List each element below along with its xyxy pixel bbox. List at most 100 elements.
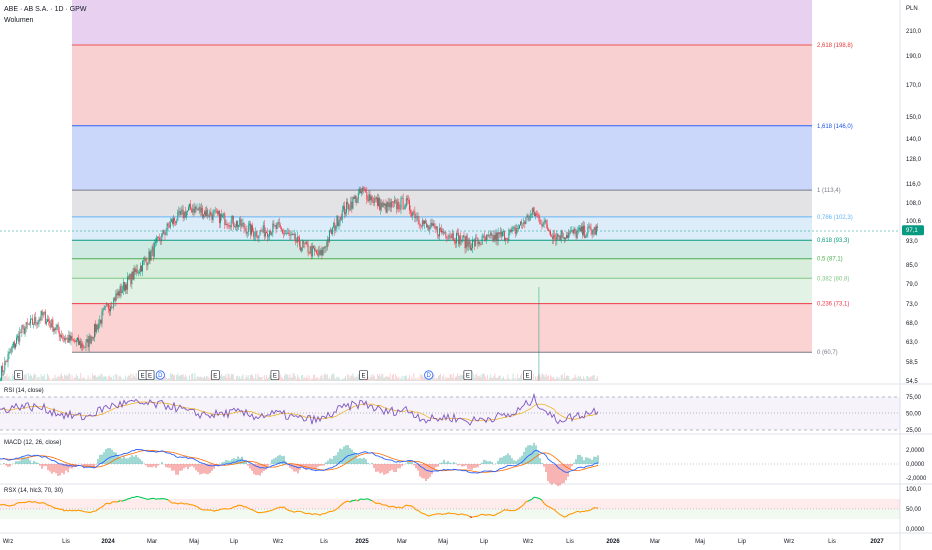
- candle-body[interactable]: [135, 269, 137, 273]
- candle-body[interactable]: [91, 337, 93, 339]
- candle-body[interactable]: [556, 233, 558, 241]
- candle-body[interactable]: [128, 276, 130, 279]
- candle-body[interactable]: [349, 209, 351, 211]
- candle-body[interactable]: [438, 228, 440, 237]
- candle-body[interactable]: [47, 319, 48, 322]
- candle-body[interactable]: [213, 211, 215, 212]
- candle-body[interactable]: [257, 237, 259, 239]
- candle-body[interactable]: [590, 228, 592, 231]
- candle-body[interactable]: [286, 233, 288, 235]
- candle-body[interactable]: [389, 202, 391, 208]
- candle-body[interactable]: [65, 338, 67, 341]
- candle-body[interactable]: [576, 231, 578, 238]
- candle-body[interactable]: [284, 232, 286, 234]
- candle-body[interactable]: [226, 224, 228, 226]
- candle-body[interactable]: [458, 233, 460, 245]
- candle-body[interactable]: [591, 230, 593, 235]
- candle-body[interactable]: [51, 319, 53, 328]
- candle-body[interactable]: [34, 317, 36, 325]
- candle-body[interactable]: [465, 235, 467, 249]
- candle-body[interactable]: [154, 241, 156, 244]
- candle-body[interactable]: [354, 195, 356, 199]
- candle-body[interactable]: [165, 231, 167, 235]
- candle-body[interactable]: [464, 237, 466, 249]
- candle-body[interactable]: [164, 234, 166, 236]
- candle-body[interactable]: [267, 232, 268, 237]
- candle-body[interactable]: [36, 322, 38, 325]
- candle-body[interactable]: [243, 222, 245, 229]
- candle-body[interactable]: [554, 234, 556, 238]
- candle-body[interactable]: [78, 337, 79, 345]
- candle-body[interactable]: [557, 233, 559, 237]
- candle-body[interactable]: [379, 198, 381, 210]
- candle-body[interactable]: [63, 337, 64, 339]
- candle-body[interactable]: [516, 228, 518, 229]
- candle-body[interactable]: [201, 207, 203, 218]
- candle-body[interactable]: [25, 322, 27, 329]
- candle-body[interactable]: [519, 225, 520, 229]
- candle-body[interactable]: [264, 231, 266, 237]
- candle-body[interactable]: [248, 223, 250, 226]
- candle-body[interactable]: [471, 247, 472, 251]
- candle-body[interactable]: [540, 223, 542, 225]
- candle-body[interactable]: [308, 253, 310, 254]
- candle-body[interactable]: [159, 237, 161, 241]
- candle-body[interactable]: [411, 212, 413, 216]
- candle-body[interactable]: [200, 207, 202, 213]
- candle-body[interactable]: [68, 334, 70, 343]
- candle-body[interactable]: [426, 223, 428, 228]
- candle-body[interactable]: [37, 321, 39, 325]
- candle-body[interactable]: [433, 223, 435, 227]
- candle-body[interactable]: [72, 339, 74, 340]
- candle-body[interactable]: [484, 237, 486, 240]
- candle-body[interactable]: [136, 269, 138, 274]
- candle-body[interactable]: [358, 188, 360, 193]
- candle-body[interactable]: [564, 238, 566, 240]
- candle-body[interactable]: [221, 214, 223, 217]
- candle-body[interactable]: [436, 226, 438, 235]
- candle-body[interactable]: [178, 210, 180, 212]
- candle-body[interactable]: [230, 219, 232, 228]
- candle-body[interactable]: [501, 231, 503, 237]
- candle-body[interactable]: [300, 246, 302, 251]
- candle-body[interactable]: [119, 286, 121, 296]
- candle-body[interactable]: [86, 339, 88, 343]
- candle-body[interactable]: [189, 204, 190, 208]
- candle-body[interactable]: [434, 226, 436, 229]
- candle-body[interactable]: [517, 228, 519, 230]
- candle-body[interactable]: [448, 235, 450, 239]
- candle-body[interactable]: [312, 245, 314, 249]
- candle-body[interactable]: [419, 224, 421, 226]
- candle-body[interactable]: [511, 228, 513, 232]
- candle-body[interactable]: [442, 231, 444, 233]
- candle-body[interactable]: [304, 243, 306, 245]
- candle-body[interactable]: [323, 247, 325, 249]
- candle-body[interactable]: [491, 232, 493, 236]
- candle-body[interactable]: [513, 227, 515, 228]
- candle-body[interactable]: [23, 325, 25, 334]
- candle-body[interactable]: [13, 342, 15, 348]
- candle-body[interactable]: [177, 211, 179, 221]
- candle-body[interactable]: [44, 311, 46, 324]
- candle-body[interactable]: [424, 220, 425, 224]
- candle-body[interactable]: [405, 198, 407, 207]
- candle-body[interactable]: [215, 210, 217, 212]
- candle-body[interactable]: [327, 239, 329, 242]
- candle-body[interactable]: [85, 342, 87, 348]
- candle-body[interactable]: [425, 220, 426, 224]
- candle-body[interactable]: [381, 202, 383, 208]
- candle-body[interactable]: [440, 228, 441, 230]
- candle-body[interactable]: [570, 230, 572, 233]
- candle-body[interactable]: [592, 230, 594, 235]
- candle-body[interactable]: [462, 235, 464, 242]
- candle-body[interactable]: [184, 211, 186, 218]
- candle-body[interactable]: [291, 233, 293, 235]
- candle-body[interactable]: [188, 207, 189, 211]
- candle-body[interactable]: [303, 240, 305, 244]
- candle-body[interactable]: [460, 235, 462, 242]
- candle-body[interactable]: [176, 220, 178, 224]
- candle-body[interactable]: [459, 235, 461, 245]
- candle-body[interactable]: [10, 348, 12, 353]
- candle-body[interactable]: [152, 246, 154, 257]
- candle-body[interactable]: [468, 241, 470, 245]
